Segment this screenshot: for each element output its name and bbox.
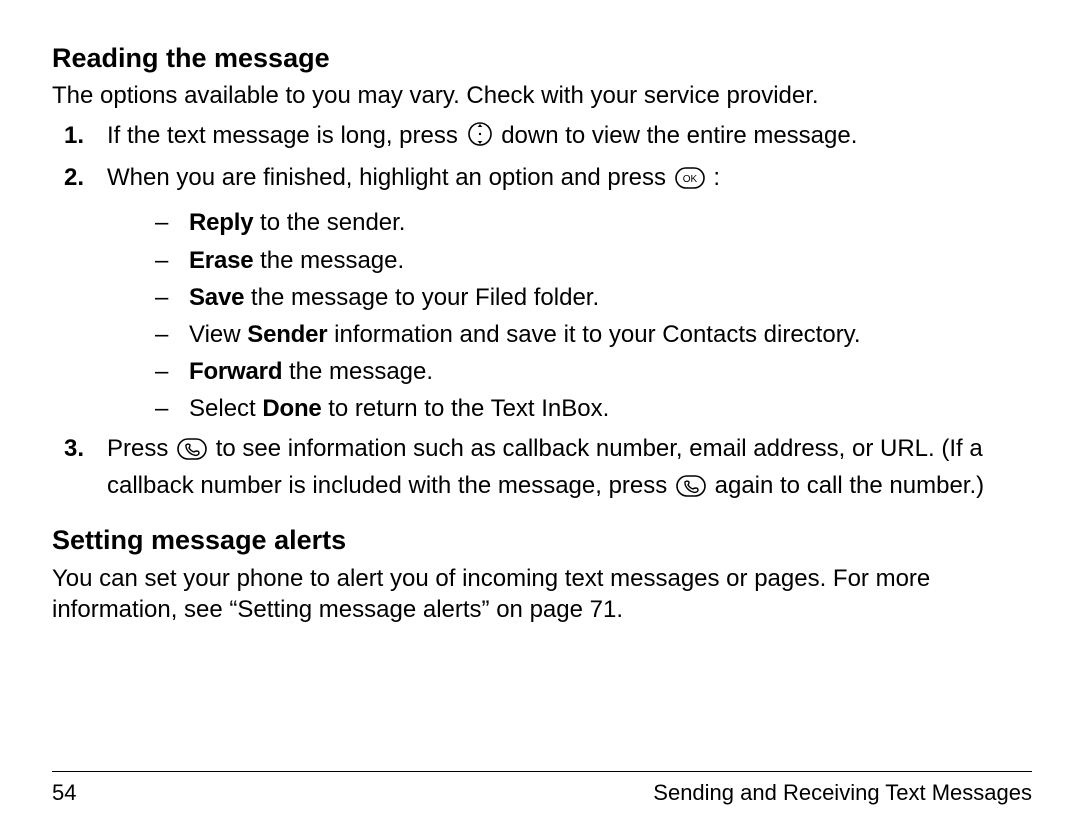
option-done: Select Done to return to the Text InBox. <box>107 390 1032 427</box>
option-reply: Reply to the sender. <box>107 204 1032 241</box>
chapter-title: Sending and Receiving Text Messages <box>653 780 1032 806</box>
intro-text: The options available to you may vary. C… <box>52 80 1032 111</box>
step2-pre: When you are finished, highlight an opti… <box>107 164 673 191</box>
heading-setting-alerts: Setting message alerts <box>52 524 1032 556</box>
phone-key-icon <box>177 437 207 469</box>
step3-a: Press <box>107 435 175 462</box>
step-1: If the text message is long, press down … <box>52 120 1032 156</box>
step1-post: down to view the entire message. <box>501 122 857 149</box>
option-done-rest: to return to the Text InBox. <box>322 395 610 422</box>
page-number: 54 <box>52 780 76 806</box>
option-forward: Forward the message. <box>107 353 1032 390</box>
option-done-bold: Done <box>262 395 321 422</box>
option-erase-bold: Erase <box>189 247 253 274</box>
option-save-rest: the message to your Filed folder. <box>244 284 599 311</box>
steps-list: If the text message is long, press down … <box>52 120 1032 507</box>
step-2: When you are finished, highlight an opti… <box>52 162 1032 428</box>
step2-post: : <box>713 164 720 191</box>
option-save-bold: Save <box>189 284 244 311</box>
option-forward-rest: the message. <box>282 358 433 385</box>
setting-alerts-body: You can set your phone to alert you of i… <box>52 563 1032 625</box>
svg-text:OK: OK <box>682 174 697 185</box>
step-3: Press to see information such as callbac… <box>52 433 1032 506</box>
page-footer: 54 Sending and Receiving Text Messages <box>52 771 1032 806</box>
option-forward-bold: Forward <box>189 358 282 385</box>
ok-key-icon: OK <box>675 166 705 198</box>
step3-c: again to call the number.) <box>715 472 985 499</box>
manual-page: Reading the message The options availabl… <box>0 0 1080 834</box>
option-sender: View Sender information and save it to y… <box>107 316 1032 353</box>
option-done-pre: Select <box>189 395 262 422</box>
option-sender-rest: information and save it to your Contacts… <box>327 321 860 348</box>
option-reply-bold: Reply <box>189 209 253 236</box>
heading-reading-message: Reading the message <box>52 42 1032 74</box>
option-sender-pre: View <box>189 321 247 348</box>
option-reply-rest: to the sender. <box>253 209 405 236</box>
phone-key-icon <box>676 474 706 506</box>
option-erase: Erase the message. <box>107 242 1032 279</box>
navigation-key-icon <box>467 121 493 156</box>
option-sender-bold: Sender <box>247 321 327 348</box>
step1-pre: If the text message is long, press <box>107 122 465 149</box>
options-list: Reply to the sender. Erase the message. … <box>107 204 1032 427</box>
option-erase-rest: the message. <box>253 247 404 274</box>
option-save: Save the message to your Filed folder. <box>107 279 1032 316</box>
